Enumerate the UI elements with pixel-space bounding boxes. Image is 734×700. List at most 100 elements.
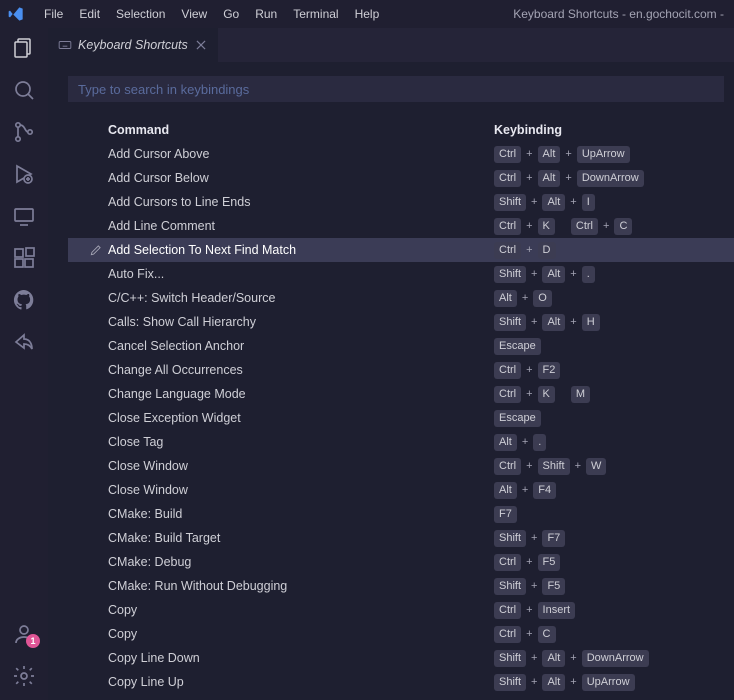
keybinding-cell: Ctrl+Alt+UpArrow (494, 146, 734, 163)
tab-bar: Keyboard Shortcuts (48, 28, 734, 62)
table-row[interactable]: Copy Line DownShift+Alt+DownArrow (68, 646, 734, 670)
table-row[interactable]: Change Language ModeCtrl+KM (68, 382, 734, 406)
plus-separator: + (530, 580, 538, 592)
close-icon[interactable] (194, 38, 208, 52)
table-row[interactable]: Close WindowCtrl+Shift+W (68, 454, 734, 478)
key-cap: H (582, 314, 600, 331)
keybinding-cell: Ctrl+F5 (494, 554, 734, 571)
key-cap: DownArrow (582, 650, 649, 667)
table-header: Command Keybinding (68, 118, 734, 142)
plus-separator: + (525, 604, 533, 616)
key-cap: Shift (494, 650, 526, 667)
key-cap: O (533, 290, 552, 307)
table-row[interactable]: Close Exception WidgetEscape (68, 406, 734, 430)
live-share-icon[interactable] (12, 330, 36, 354)
table-row[interactable]: Copy Line UpShift+Alt+UpArrow (68, 670, 734, 694)
key-cap: I (582, 194, 595, 211)
table-row[interactable]: CMake: BuildF7 (68, 502, 734, 526)
column-header-command[interactable]: Command (108, 123, 494, 137)
plus-separator: + (525, 364, 533, 376)
table-row[interactable]: Close TagAlt+. (68, 430, 734, 454)
menu-run[interactable]: Run (247, 3, 285, 25)
menu-terminal[interactable]: Terminal (285, 3, 346, 25)
key-cap: Alt (494, 482, 517, 499)
command-label: Cancel Selection Anchor (108, 339, 494, 353)
command-label: C/C++: Switch Header/Source (108, 291, 494, 305)
menu-selection[interactable]: Selection (108, 3, 173, 25)
menu-go[interactable]: Go (215, 3, 247, 25)
table-row[interactable]: C/C++: Switch Header/SourceAlt+O (68, 286, 734, 310)
command-label: Close Window (108, 459, 494, 473)
table-row[interactable]: CMake: Build TargetShift+F7 (68, 526, 734, 550)
column-header-keybinding[interactable]: Keybinding (494, 123, 734, 137)
key-cap: UpArrow (582, 674, 635, 691)
key-cap: . (533, 434, 546, 451)
explorer-icon[interactable] (12, 36, 36, 60)
key-cap: Ctrl (494, 218, 521, 235)
plus-separator: + (602, 220, 610, 232)
keybinding-cell: Ctrl+KCtrl+C (494, 218, 734, 235)
plus-separator: + (525, 388, 533, 400)
accounts-badge: 1 (26, 634, 40, 648)
key-cap: F2 (538, 362, 561, 379)
edit-keybinding-icon[interactable] (84, 243, 108, 257)
table-row[interactable]: Add Selection To Next Find MatchCtrl+D (68, 238, 734, 262)
accounts-icon[interactable]: 1 (12, 622, 36, 646)
keybinding-cell: Ctrl + C (494, 626, 734, 643)
table-row[interactable]: Close WindowAlt+F4 (68, 478, 734, 502)
keybindings-search-input[interactable] (68, 76, 724, 102)
table-row[interactable]: Add Cursor AboveCtrl+Alt+UpArrow (68, 142, 734, 166)
menu-help[interactable]: Help (347, 3, 388, 25)
plus-separator: + (525, 172, 533, 184)
table-row[interactable]: CopyCtrl+C (68, 622, 734, 646)
keybinding-cell: Ctrl+F2 (494, 362, 734, 379)
table-row[interactable]: Add Cursors to Line EndsShift+Alt+I (68, 190, 734, 214)
key-cap: Alt (538, 170, 561, 187)
table-row[interactable]: CMake: Run Without DebuggingShift+F5 (68, 574, 734, 598)
key-cap: C (538, 626, 556, 643)
menu-edit[interactable]: Edit (71, 3, 108, 25)
plus-separator: + (525, 628, 533, 640)
keybinding-cell: Escape (494, 338, 734, 355)
table-row[interactable]: Cancel Selection AnchorEscape (68, 334, 734, 358)
search-icon[interactable] (12, 78, 36, 102)
table-row[interactable]: Add Line CommentCtrl+KCtrl+C (68, 214, 734, 238)
keybinding-cell: Shift+Alt+DownArrow (494, 650, 734, 667)
table-row[interactable]: Add Cursor BelowCtrl+Alt+DownArrow (68, 166, 734, 190)
plus-separator: + (569, 268, 577, 280)
menu-view[interactable]: View (173, 3, 215, 25)
key-cap: C (614, 218, 632, 235)
github-icon[interactable] (12, 288, 36, 312)
command-label: CMake: Build Target (108, 531, 494, 545)
table-row[interactable]: Change All OccurrencesCtrl+F2 (68, 358, 734, 382)
table-row[interactable]: CopyCtrl+Insert (68, 598, 734, 622)
source-control-icon[interactable] (12, 120, 36, 144)
extensions-icon[interactable] (12, 246, 36, 270)
run-debug-icon[interactable] (12, 162, 36, 186)
menu-bar: File Edit Selection View Go Run Terminal… (36, 3, 387, 25)
remote-explorer-icon[interactable] (12, 204, 36, 228)
key-cap: D (538, 242, 556, 259)
key-cap: F5 (538, 554, 561, 571)
keybinding-cell: Ctrl+Alt+DownArrow (494, 170, 734, 187)
table-row[interactable]: Auto Fix...Shift+Alt+. (68, 262, 734, 286)
keybinding-cell: Shift+Alt+UpArrow (494, 674, 734, 691)
plus-separator: + (564, 172, 572, 184)
command-label: Close Window (108, 483, 494, 497)
command-label: Change All Occurrences (108, 363, 494, 377)
menu-file[interactable]: File (36, 3, 71, 25)
key-cap: Alt (494, 434, 517, 451)
keybindings-table: Command Keybinding Add Cursor AboveCtrl+… (68, 118, 734, 700)
plus-separator: + (530, 532, 538, 544)
key-cap: Shift (494, 674, 526, 691)
key-cap: K (538, 218, 555, 235)
key-cap: Escape (494, 338, 541, 355)
settings-gear-icon[interactable] (12, 664, 36, 688)
command-label: Add Cursor Below (108, 171, 494, 185)
table-row[interactable]: Calls: Show Call HierarchyShift+Alt+H (68, 310, 734, 334)
key-cap: Ctrl (494, 626, 521, 643)
tab-keyboard-shortcuts[interactable]: Keyboard Shortcuts (48, 28, 218, 62)
plus-separator: + (530, 268, 538, 280)
plus-separator: + (521, 292, 529, 304)
table-row[interactable]: CMake: DebugCtrl+F5 (68, 550, 734, 574)
